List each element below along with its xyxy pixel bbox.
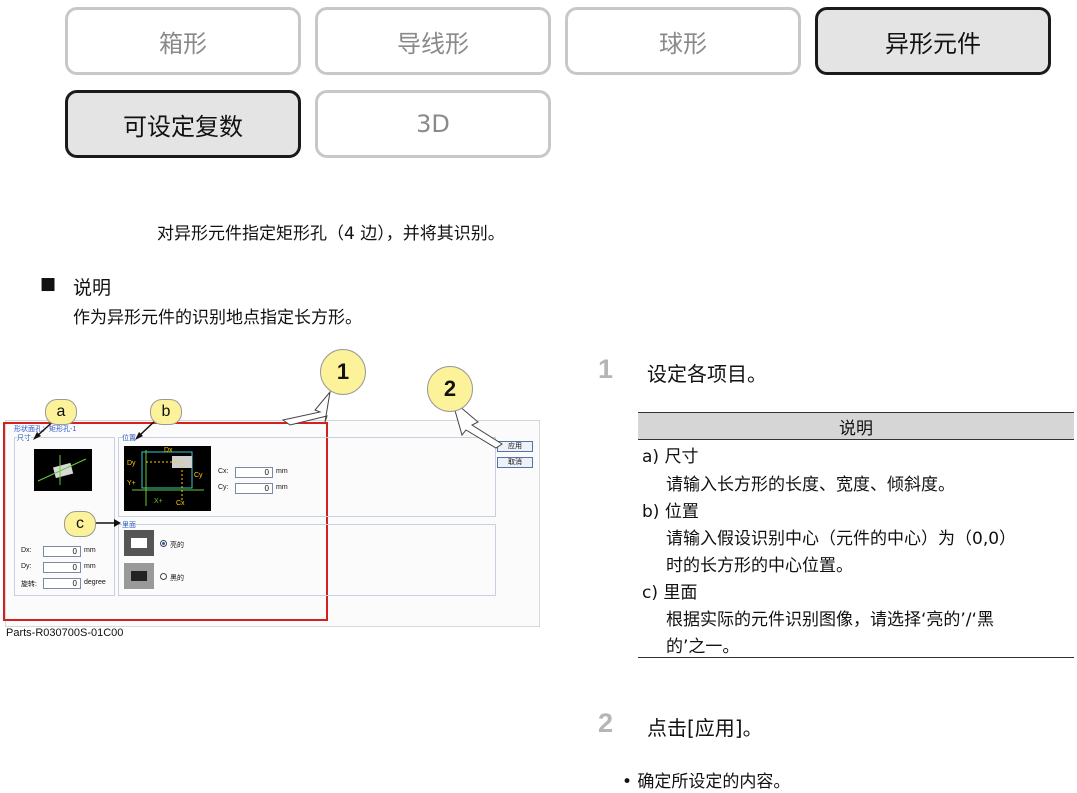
dark-radio[interactable] (160, 573, 167, 580)
tab-3d[interactable]: 3D (315, 90, 551, 158)
tab-odd-shape[interactable]: 异形元件 (815, 7, 1051, 75)
rotation-unit: degree (84, 579, 106, 586)
explanation-table-header: 说明 (638, 412, 1074, 440)
step-1-number: 1 (598, 354, 614, 384)
tab-3d-label: 3D (416, 110, 450, 138)
table-bottom-rule (638, 657, 1074, 658)
tab-odd-shape-label: 异形元件 (885, 29, 981, 58)
item-a-desc: 请输入长方形的长度、宽度、倾斜度。 (666, 475, 955, 495)
tab-lead[interactable]: 导线形 (315, 7, 551, 75)
table-header-label: 说明 (839, 418, 873, 439)
dy-unit: mm (84, 563, 96, 570)
step-1-text: 设定各项目。 (647, 362, 767, 386)
step-2-bullet: • 确定所设定的内容。 (622, 772, 791, 792)
dx-label: Dx: (21, 547, 32, 554)
item-c-desc-1: 根据实际的元件识别图像，请选择‘亮的’/‘黑 (666, 610, 994, 630)
dy-label: Dy: (21, 563, 32, 570)
item-a-label: a) 尺寸 (642, 447, 699, 467)
intro-text: 对异形元件指定矩形孔（4 边），并将其识别。 (157, 224, 505, 244)
dark-preview (124, 563, 154, 589)
item-b-label: b) 位置 (642, 502, 699, 522)
dx-input[interactable]: 0 (43, 546, 81, 557)
bright-radio[interactable] (160, 540, 167, 547)
dx-unit: mm (84, 547, 96, 554)
section-heading: 说明 (73, 277, 112, 299)
rotation-label: 旋转: (21, 581, 37, 588)
item-c-desc-2: 的’之一。 (666, 637, 740, 657)
rotation-input[interactable]: 0 (43, 578, 81, 589)
step-2-number: 2 (598, 708, 614, 738)
tab-multi-label: 可设定复数 (123, 112, 243, 141)
item-b-desc-2: 时的长方形的中心位置。 (666, 556, 853, 576)
item-c-label: c) 里面 (642, 583, 698, 603)
callout-c: c (64, 511, 96, 537)
tab-lead-label: 导线形 (397, 29, 469, 58)
item-b-desc-1: 请输入假设识别中心（元件的中心）为（0,0） (666, 529, 1017, 549)
callout-b: b (150, 399, 182, 425)
section-marker: ■ (40, 274, 57, 294)
step-2-text: 点击[应用]。 (647, 716, 763, 740)
tab-ball[interactable]: 球形 (565, 7, 801, 75)
dark-label: 黑的 (170, 575, 184, 582)
callout-2: 2 (427, 366, 473, 412)
dy-input[interactable]: 0 (43, 562, 81, 573)
screenshot-caption: Parts-R030700S-01C00 (6, 627, 124, 639)
tab-multi[interactable]: 可设定复数 (65, 90, 301, 158)
tab-box-label: 箱形 (159, 29, 207, 58)
tab-box[interactable]: 箱形 (65, 7, 301, 75)
callout-1: 1 (320, 349, 366, 395)
callout-a: a (45, 399, 77, 425)
section-body: 作为异形元件的识别地点指定长方形。 (73, 308, 362, 328)
tab-ball-label: 球形 (659, 29, 707, 58)
bright-label: 亮的 (170, 542, 184, 549)
